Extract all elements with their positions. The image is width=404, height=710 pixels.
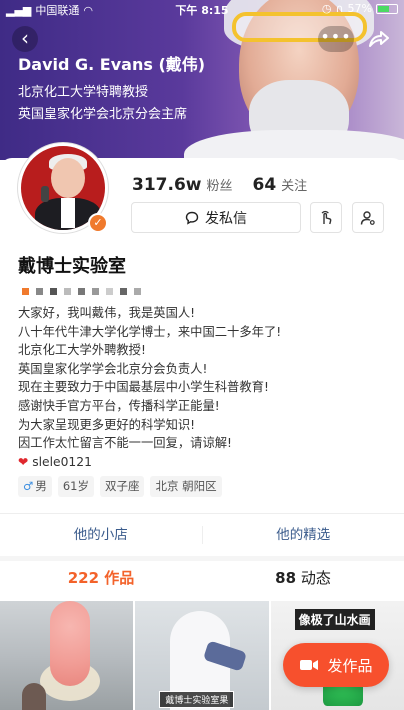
video-title: 像极了山水画 (294, 609, 375, 630)
video-caption: 戴博士实验室果 (159, 691, 235, 708)
tab-moments[interactable]: 88 动态 (202, 560, 404, 596)
headphones-icon: ∩ (335, 2, 344, 15)
tap-gesture-button[interactable] (310, 202, 342, 233)
video-camera-icon (300, 660, 319, 670)
bio-line: 北京化工大学外聘教授! (18, 343, 146, 358)
share-icon[interactable] (366, 26, 392, 52)
pixelated-badges (22, 288, 148, 295)
profile-stats: 317.6w 粉丝 64 关注 (132, 175, 307, 195)
picks-link[interactable]: 他的精选 (203, 516, 404, 554)
content-tabs: 222 作品 88 动态 (0, 560, 404, 596)
status-bar: ▂▄▆ 中国联通 ◠ 下午 8:15 ◷ ∩ 57% (0, 0, 404, 18)
following-label[interactable]: 关注 (281, 175, 307, 194)
heart-icon: ❤ (18, 454, 29, 469)
zodiac-tag: 双子座 (99, 476, 145, 497)
works-count: 222 (67, 569, 100, 587)
followers-count[interactable]: 317.6w (132, 175, 201, 195)
male-icon: ♂ (23, 479, 34, 493)
bio-line: 现在主要致力于中国最基层中小学生科普教育! (18, 380, 269, 395)
moments-count: 88 (275, 569, 297, 587)
bio-line: 为大家呈现更多更好的科学知识! (18, 417, 196, 432)
video-thumbnail[interactable]: 戴博士实验室果 (135, 601, 269, 710)
profile-bio: 大家好，我叫戴伟，我是英国人! 八十年代牛津大学化学博士，来中国二十多年了! 北… (18, 304, 281, 471)
tap-hand-icon (321, 210, 332, 224)
video-thumbnail[interactable] (0, 601, 134, 710)
bio-link-line: ❤ slele0121 (18, 453, 281, 472)
location-tag: 北京 朝阳区 (150, 476, 222, 497)
tab-works[interactable]: 222 作品 (0, 560, 202, 596)
banner-title-line1: 北京化工大学特聘教授 (18, 85, 149, 100)
banner-title-line2: 英国皇家化学会北京分会主席 (18, 107, 188, 122)
banner-portrait-image (184, 0, 404, 160)
store-link[interactable]: 他的小店 (0, 516, 202, 554)
verified-badge-icon: ✓ (88, 213, 108, 233)
more-options-icon[interactable]: ••• (318, 26, 354, 52)
publish-works-button[interactable]: 发作品 (283, 643, 389, 687)
profile-tags: ♂ 男 61岁 双子座 北京 朝阳区 (18, 476, 222, 497)
publish-label: 发作品 (327, 656, 373, 675)
divider (0, 513, 404, 514)
battery-icon (376, 3, 398, 14)
banner-name: David G. Evans (戴伟) (18, 55, 206, 74)
battery-percent: 57% (347, 2, 372, 15)
moments-label: 动态 (300, 569, 331, 587)
works-label: 作品 (104, 569, 135, 587)
bio-line: 大家好，我叫戴伟，我是英国人! (18, 306, 196, 320)
shop-row: 他的小店 他的精选 (0, 516, 404, 554)
user-gear-icon (360, 210, 375, 225)
profile-title: 戴博士实验室 (18, 256, 126, 277)
send-message-label: 发私信 (205, 210, 247, 227)
bio-line: 感谢快手官方平台，传播科学正能量! (18, 398, 220, 413)
bio-link-text: slele0121 (32, 454, 92, 469)
user-settings-button[interactable] (352, 202, 384, 233)
bio-line: 八十年代牛津大学化学博士，来中国二十多年了! (18, 324, 282, 339)
back-arrow-icon[interactable]: ‹ (12, 26, 38, 52)
bio-line: 因工作太忙留言不能一一回复，请谅解! (18, 436, 232, 451)
following-count[interactable]: 64 (253, 175, 277, 195)
gender-tag: ♂ 男 (18, 476, 52, 497)
chat-bubble-icon (185, 211, 199, 225)
bio-line: 英国皇家化学学会北京分会负责人! (18, 361, 208, 376)
send-message-button[interactable]: 发私信 (131, 202, 301, 233)
age-tag: 61岁 (57, 476, 94, 497)
profile-banner: ▂▄▆ 中国联通 ◠ 下午 8:15 ◷ ∩ 57% ‹ ••• David G… (0, 0, 404, 160)
followers-label[interactable]: 粉丝 (206, 175, 232, 194)
alarm-icon: ◷ (321, 2, 332, 15)
